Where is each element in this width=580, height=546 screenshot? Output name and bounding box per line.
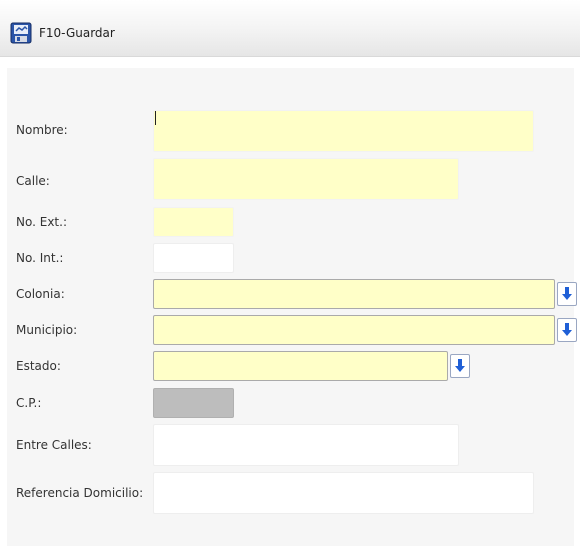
save-button[interactable]: F10-Guardar	[10, 21, 115, 45]
cp-input	[153, 388, 234, 418]
toolbar: F10-Guardar	[0, 0, 580, 57]
municipio-dropdown-button[interactable]	[557, 318, 577, 342]
save-disk-icon	[10, 22, 32, 44]
estado-label: Estado:	[16, 359, 61, 373]
municipio-label: Municipio:	[16, 323, 78, 337]
colonia-dropdown-button[interactable]	[557, 282, 577, 306]
save-label: F10-Guardar	[39, 26, 115, 40]
nombre-label: Nombre:	[16, 123, 68, 137]
referencia-domicilio-input[interactable]	[153, 472, 534, 514]
colonia-label: Colonia:	[16, 287, 65, 301]
calle-input[interactable]	[153, 158, 459, 200]
no-ext-label: No. Ext.:	[16, 215, 67, 229]
text-cursor	[155, 111, 156, 125]
no-int-label: No. Int.:	[16, 251, 64, 265]
colonia-select[interactable]	[153, 279, 555, 309]
no-int-input[interactable]	[153, 243, 234, 273]
calle-label: Calle:	[16, 174, 50, 188]
no-ext-input[interactable]	[153, 207, 234, 237]
arrow-down-icon	[562, 287, 572, 300]
referencia-domicilio-label: Referencia Domicilio:	[16, 486, 144, 500]
nombre-input[interactable]	[153, 110, 534, 152]
estado-dropdown-button[interactable]	[450, 354, 470, 378]
arrow-down-icon	[455, 359, 465, 372]
municipio-select[interactable]	[153, 315, 555, 345]
arrow-down-icon	[562, 323, 572, 336]
entre-calles-label: Entre Calles:	[16, 438, 92, 452]
entre-calles-input[interactable]	[153, 424, 459, 466]
estado-select[interactable]	[153, 351, 448, 381]
cp-label: C.P.:	[16, 396, 42, 410]
